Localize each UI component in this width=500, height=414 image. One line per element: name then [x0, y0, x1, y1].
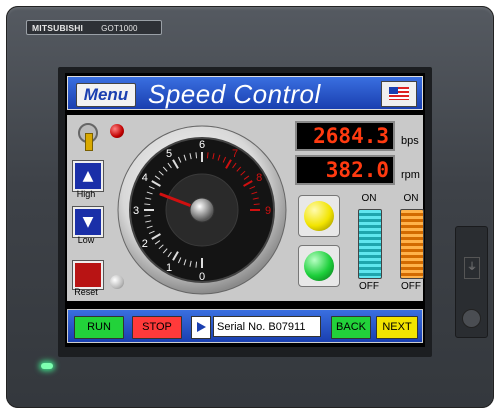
low-button[interactable]: ▼: [73, 207, 103, 237]
brand-plate: MITSUBISHI GOT1000: [26, 20, 162, 35]
gauge-tick-label: 0: [199, 271, 205, 283]
gauge-tick-label: 4: [142, 172, 148, 184]
serial-number-field: Serial No. B07911: [213, 316, 321, 337]
model-name: GOT1000: [101, 24, 138, 33]
back-button[interactable]: BACK: [331, 316, 371, 339]
low-label: Low: [77, 235, 95, 245]
high-button[interactable]: ▲: [73, 161, 103, 191]
gauge-minor-tick: [195, 152, 198, 159]
switch-2[interactable]: ON OFF: [391, 193, 425, 297]
gauge-tick-label: 6: [199, 139, 205, 151]
bps-unit: bps: [401, 135, 419, 147]
screw-icon: [462, 309, 481, 328]
gauge-tick-label: 8: [256, 172, 262, 184]
language-button[interactable]: [381, 81, 417, 107]
menu-button[interactable]: Menu: [76, 83, 136, 107]
bps-readout: 2684.3: [295, 121, 395, 151]
gauge-tick-label: 9: [265, 205, 271, 217]
reset-button[interactable]: [73, 261, 103, 289]
touch-screen: Menu Speed Control ▲ High ▼ Low Reset 0 …: [65, 73, 425, 347]
high-label: High: [76, 189, 96, 199]
indicator-lamps: [295, 193, 343, 297]
speed-readouts: 2684.3 bps 382.0 rpm: [295, 119, 420, 189]
rpm-readout: 382.0: [295, 155, 395, 185]
power-led: [41, 363, 53, 369]
speed-gauge: 0 1 2 3 4 5 6 7 8 9: [117, 125, 287, 295]
gauge-minor-tick: [144, 214, 151, 217]
green-lamp-icon: [304, 251, 334, 281]
page-title: Speed Control: [148, 79, 321, 109]
next-button[interactable]: NEXT: [376, 316, 418, 339]
run-button[interactable]: RUN: [74, 316, 124, 339]
play-icon: [197, 322, 206, 332]
us-flag-icon: [389, 87, 409, 100]
gauge-minor-tick: [206, 152, 209, 159]
side-port-cover[interactable]: ⏚: [455, 226, 488, 338]
yellow-lamp-button[interactable]: [298, 195, 340, 237]
switch-2-body[interactable]: [400, 209, 424, 279]
switch-1-off-label: OFF: [359, 281, 379, 292]
rpm-unit: rpm: [401, 169, 420, 181]
control-panel: ▲ High ▼ Low Reset 0 1 2 3 4 5 6 7 8 9 2…: [67, 115, 425, 301]
gauge-hub: [189, 197, 215, 223]
gauge-tick-label: 7: [232, 148, 238, 160]
gauge-area: 0 1 2 3 4 5 6 7 8 9: [105, 119, 291, 297]
brand-name: MITSUBISHI: [32, 23, 84, 33]
reset-label: Reset: [74, 287, 98, 297]
switch-1[interactable]: ON OFF: [349, 193, 389, 297]
gauge-minor-tick: [144, 203, 151, 206]
switch-2-off-label: OFF: [401, 281, 421, 292]
switch-1-body[interactable]: [358, 209, 382, 279]
gauge-tick-label: 2: [142, 238, 148, 250]
left-controls: ▲ High ▼ Low Reset: [71, 119, 103, 297]
gauge-tick-label: 5: [166, 148, 172, 160]
green-lamp-button[interactable]: [298, 245, 340, 287]
switch-2-on-label: ON: [403, 193, 419, 204]
title-bar: Menu Speed Control: [67, 76, 423, 110]
gauge-tick-label: 3: [133, 205, 139, 217]
play-button[interactable]: [191, 316, 211, 339]
gauge-tick-label: 1: [166, 262, 172, 274]
gauge-minor-tick: [195, 261, 198, 268]
switch-1-on-label: ON: [361, 193, 377, 204]
usb-icon: ⏚: [464, 257, 480, 279]
bottom-toolbar: RUN STOP Serial No. B07911 BACK NEXT: [67, 309, 423, 343]
yellow-lamp-icon: [304, 201, 334, 231]
key-switch-icon[interactable]: [76, 123, 98, 151]
stop-button[interactable]: STOP: [132, 316, 182, 339]
gauge-minor-tick: [253, 203, 260, 206]
